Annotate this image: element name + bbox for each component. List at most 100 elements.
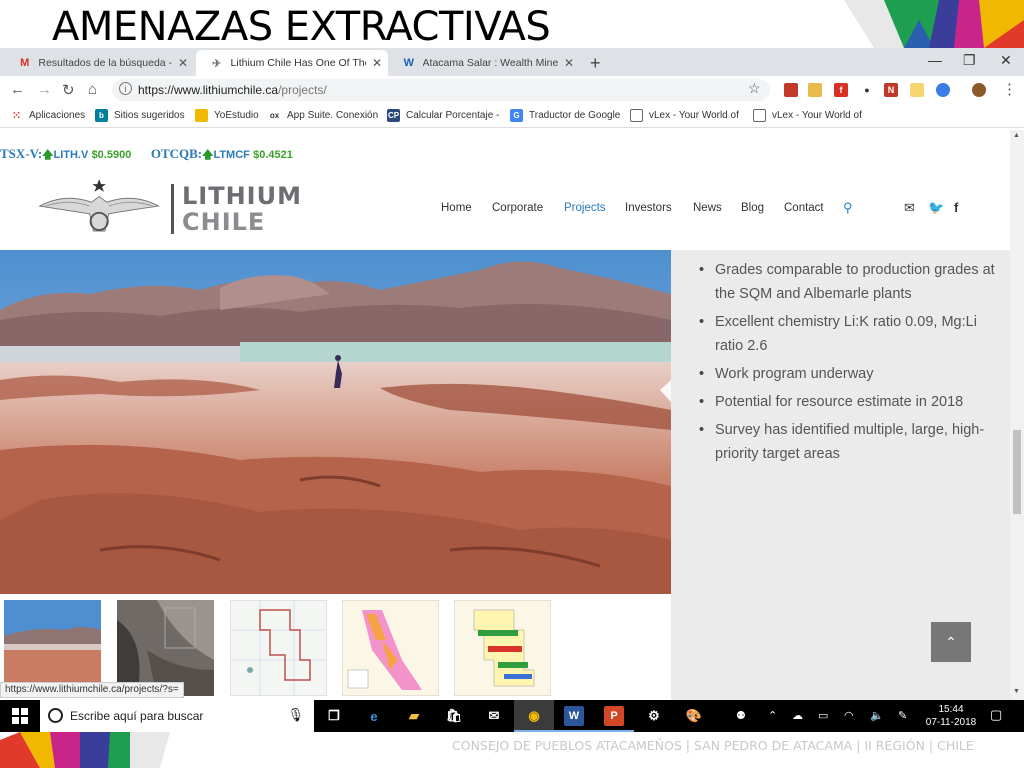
bing-icon: b	[95, 109, 108, 122]
store-icon[interactable]: 🛍	[444, 706, 464, 726]
taskbar-clock[interactable]: 15:44 07-11-2018	[920, 703, 982, 729]
page-icon	[753, 109, 766, 122]
nav-contact[interactable]: Contact	[784, 202, 824, 214]
volume-icon[interactable]: 🔈	[870, 709, 884, 722]
task-view-icon[interactable]: ❒	[324, 706, 344, 726]
new-tab-icon[interactable]: +	[590, 53, 601, 74]
email-icon[interactable]: ✉	[904, 200, 915, 216]
list-item: Potential for resource estimate in 2018	[699, 390, 995, 414]
nav-projects[interactable]: Projects	[564, 202, 606, 214]
google-translate-icon: G	[510, 109, 523, 122]
battery-icon[interactable]: ▭	[818, 709, 828, 722]
ox-icon: ox	[269, 111, 280, 120]
scroll-thumb[interactable]	[1013, 430, 1021, 514]
tab-wealth-minerals[interactable]: W Atacama Salar : Wealth Minerals ✕	[388, 50, 580, 76]
thumbnail-claims-map[interactable]	[230, 600, 327, 696]
file-explorer-icon[interactable]: ▰	[404, 706, 424, 726]
facebook-icon[interactable]: f	[954, 200, 958, 215]
stock-ticker: TSX-V:🡅LITH.V $0.5900 OTCQB:🡅LTMCF $0.45…	[0, 146, 293, 165]
twitter-icon[interactable]: 🐦	[928, 200, 944, 216]
logo-text-line1[interactable]: LITHIUM	[182, 182, 302, 210]
tab-gmail[interactable]: M Resultados de la búsqueda - juan ✕	[4, 50, 194, 76]
url-path: /projects/	[278, 83, 327, 97]
nav-blog[interactable]: Blog	[741, 202, 764, 214]
close-icon[interactable]: ✕	[372, 56, 382, 70]
bookmark-label: Sitios sugeridos	[114, 110, 185, 121]
bookmark-vlex-2[interactable]: vLex - Your World of	[753, 109, 862, 122]
extension-icon[interactable]	[910, 83, 924, 97]
link-status-bar: https://www.lithiumchile.ca/projects/?s=	[0, 682, 184, 698]
window-close-icon[interactable]: ✕	[1000, 52, 1012, 69]
bookmark-sitios-sugeridos[interactable]: b Sitios sugeridos	[95, 109, 185, 122]
ticker-otc-symbol[interactable]: LTMCF	[213, 149, 249, 161]
mail-icon[interactable]: ✉	[484, 706, 504, 726]
edge-icon[interactable]: e	[364, 706, 384, 726]
wifi-icon[interactable]: ◠	[844, 709, 854, 722]
home-icon[interactable]: ⌂	[88, 81, 97, 98]
project-highlights-sidebar: Grades comparable to production grades a…	[671, 250, 1010, 700]
extension-icon[interactable]: N	[884, 83, 898, 97]
close-icon[interactable]: ✕	[178, 56, 188, 70]
bookmark-app-suite[interactable]: ox App Suite. Conexión	[268, 109, 378, 122]
bookmark-label: vLex - Your World of	[772, 110, 862, 121]
pen-icon[interactable]: ✎	[898, 709, 907, 722]
close-icon[interactable]: ✕	[564, 56, 574, 70]
logo-text-line2[interactable]: CHILE	[182, 208, 265, 236]
back-icon[interactable]: ←	[10, 81, 25, 98]
paint-icon[interactable]: 🎨	[684, 706, 704, 726]
slide-decoration-top-right	[844, 0, 1024, 48]
search-icon[interactable]: ⚲	[843, 200, 853, 216]
bookmark-label: vLex - Your World of	[649, 110, 739, 121]
tab-lithium-chile[interactable]: ✈ Lithium Chile Has One Of The La ✕	[196, 50, 388, 76]
onedrive-icon[interactable]: ☁	[792, 709, 803, 722]
avatar[interactable]	[972, 83, 986, 97]
slide-footer: CONSEJO DE PUEBLOS ATACAMEÑOS | SAN PEDR…	[452, 738, 974, 753]
thumbnail-survey-map[interactable]	[454, 600, 551, 696]
nav-news[interactable]: News	[693, 202, 722, 214]
bookmark-aplicaciones[interactable]: ⁙ Aplicaciones	[10, 109, 85, 122]
scroll-down-icon[interactable]: ▼	[1013, 688, 1020, 695]
extension-icon[interactable]	[936, 83, 950, 97]
word-icon[interactable]: W	[564, 706, 584, 726]
address-bar[interactable]: i https://www.lithiumchile.ca/projects/	[112, 79, 770, 101]
bookmark-calcular-porcentaje[interactable]: CP Calcular Porcentaje -	[387, 109, 499, 122]
settings-gear-icon[interactable]: ⚙	[644, 706, 664, 726]
minimize-icon[interactable]: —	[928, 52, 942, 68]
chrome-icon[interactable]: ◉	[524, 706, 544, 726]
info-icon[interactable]: i	[119, 82, 132, 95]
flipboard-icon[interactable]: f	[834, 83, 848, 97]
bookmark-star-icon[interactable]: ☆	[748, 80, 761, 97]
powerpoint-icon[interactable]: P	[604, 706, 624, 726]
project-highlights-list: Grades comparable to production grades a…	[699, 258, 995, 470]
bookmark-yoestudio[interactable]: YoEstudio	[195, 109, 259, 122]
condor-logo-icon[interactable]	[36, 176, 170, 240]
taskbar-search-box[interactable]: Escribe aquí para buscar 🎙	[40, 700, 314, 732]
scroll-up-icon[interactable]: ▲	[1013, 132, 1020, 139]
extension-icon[interactable]: ●	[860, 83, 874, 97]
lithium-favicon-icon: ✈	[212, 57, 222, 70]
menu-dots-icon[interactable]: ⋮	[1002, 80, 1017, 98]
ticker-tsx-symbol[interactable]: LITH.V	[53, 149, 88, 161]
windows-start-icon[interactable]	[12, 708, 28, 724]
bookmark-vlex-1[interactable]: vLex - Your World of	[630, 109, 739, 122]
bookmark-label: YoEstudio	[214, 110, 259, 121]
forward-icon[interactable]: →	[37, 81, 52, 98]
taskbar-running-indicator	[594, 730, 634, 732]
page-scrollbar[interactable]: ▲ ▼	[1010, 130, 1024, 700]
restore-icon[interactable]: ❐	[963, 52, 976, 69]
thumbnail-geology-map[interactable]	[342, 600, 439, 696]
up-arrow-icon: 🡅	[42, 149, 54, 161]
reload-icon[interactable]: ↻	[62, 81, 75, 99]
calculator-icon: CP	[387, 109, 400, 122]
extension-icon[interactable]	[784, 83, 798, 97]
nav-corporate[interactable]: Corporate	[492, 202, 543, 214]
nav-investors[interactable]: Investors	[625, 202, 672, 214]
bookmark-traductor[interactable]: G Traductor de Google	[510, 109, 620, 122]
back-to-top-button[interactable]: ⌃	[931, 622, 971, 662]
notification-icon[interactable]: ▢	[990, 707, 1002, 723]
microphone-icon[interactable]: 🎙	[287, 707, 304, 723]
people-icon[interactable]: ⚉	[736, 709, 746, 722]
chevron-up-icon[interactable]: ⌃	[768, 709, 777, 722]
nav-home[interactable]: Home	[441, 202, 472, 214]
extension-icon[interactable]	[808, 83, 822, 97]
